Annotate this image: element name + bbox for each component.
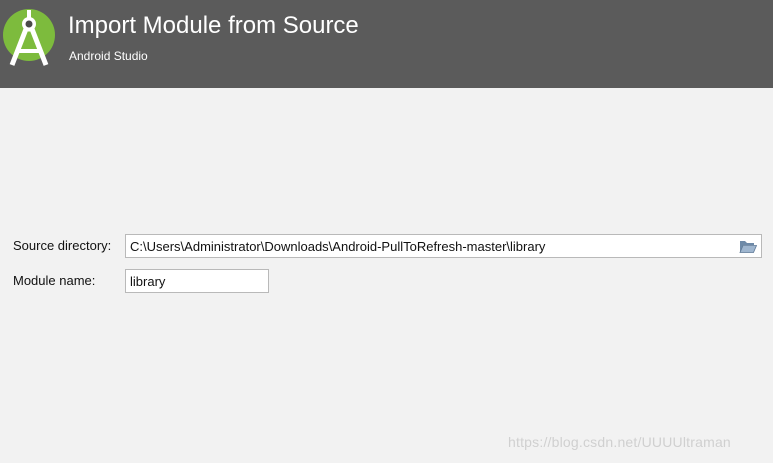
dialog-title: Import Module from Source <box>68 12 359 39</box>
dialog-subtitle: Android Studio <box>69 49 148 63</box>
watermark: https://blog.csdn.net/UUUUltraman <box>508 434 731 450</box>
dialog-header: Import Module from Source Android Studio <box>0 0 773 88</box>
module-name-input[interactable] <box>125 269 269 293</box>
folder-open-icon[interactable] <box>739 238 757 254</box>
source-directory-label: Source directory: <box>13 238 112 253</box>
source-directory-input[interactable] <box>125 234 762 258</box>
android-studio-logo-icon <box>3 9 55 66</box>
module-name-label: Module name: <box>13 273 96 288</box>
